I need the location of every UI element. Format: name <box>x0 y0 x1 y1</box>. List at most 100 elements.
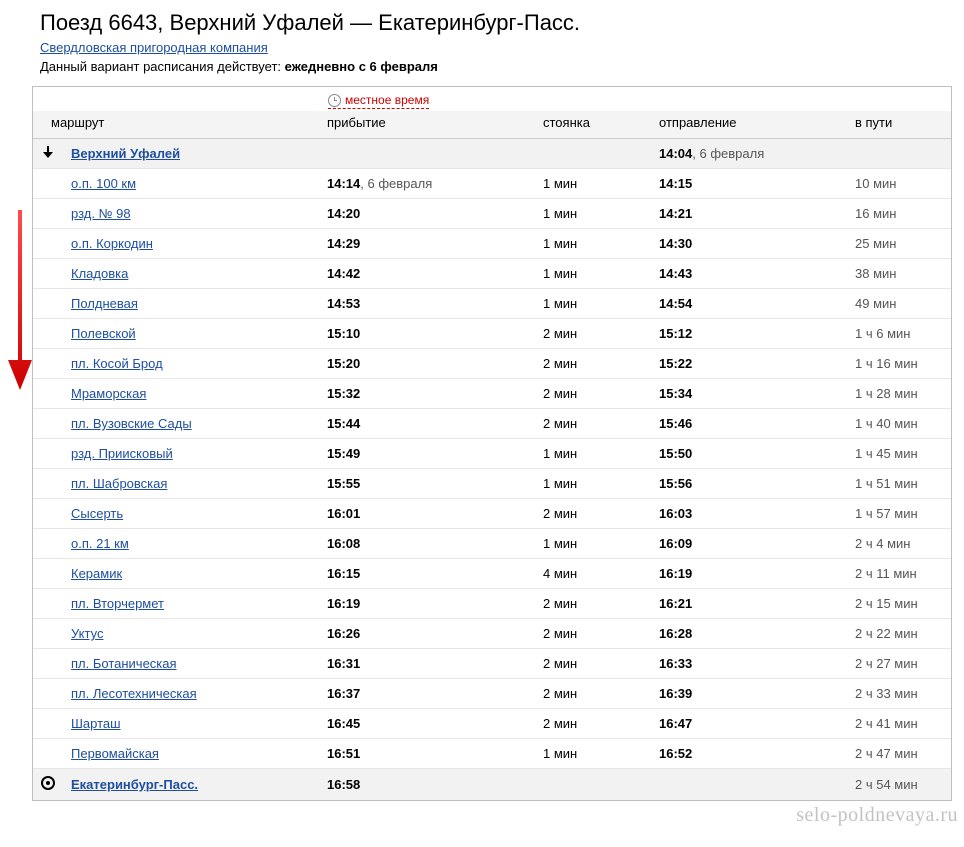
departure-cell: 14:30 <box>651 229 847 259</box>
stop-cell: 1 мин <box>535 199 651 229</box>
station-link[interactable]: пл. Вторчермет <box>71 596 164 611</box>
table-row: Полдневая 14:531 мин14:5449 мин <box>33 289 951 319</box>
table-row: Екатеринбург-Пасс. 16:58 2 ч 54 мин <box>33 769 951 801</box>
col-arrival: прибытие <box>319 111 535 139</box>
duration-cell: 1 ч 16 мин <box>847 349 951 379</box>
col-stop: стоянка <box>535 111 651 139</box>
duration-cell: 1 ч 40 мин <box>847 409 951 439</box>
table-row: пл. Лесотехническая16:372 мин16:392 ч 33… <box>33 679 951 709</box>
station-link[interactable]: Полевской <box>71 326 136 341</box>
arrival-cell: 16:58 <box>319 769 535 801</box>
stop-cell: 2 мин <box>535 409 651 439</box>
station-link[interactable]: пл. Лесотехническая <box>71 686 197 701</box>
station-link[interactable]: Керамик <box>71 566 122 581</box>
arrival-cell: 16:15 <box>319 559 535 589</box>
departure-cell <box>651 769 847 801</box>
col-route: маршрут <box>33 111 319 139</box>
stop-cell: 1 мин <box>535 229 651 259</box>
arrival-cell: 15:32 <box>319 379 535 409</box>
duration-cell: 2 ч 15 мин <box>847 589 951 619</box>
local-time-toggle[interactable]: местное время <box>328 93 429 109</box>
origin-icon <box>43 146 53 158</box>
departure-cell: 14:04, 6 февраля <box>651 139 847 169</box>
stop-cell <box>535 769 651 801</box>
station-link[interactable]: о.п. Коркодин <box>71 236 153 251</box>
table-row: Шарташ16:452 мин16:472 ч 41 мин <box>33 709 951 739</box>
station-link[interactable]: Кладовка <box>71 266 128 281</box>
table-row: Кладовка14:421 мин14:4338 мин <box>33 259 951 289</box>
table-row: Мраморская15:322 мин15:341 ч 28 мин <box>33 379 951 409</box>
station-link[interactable]: Мраморская <box>71 386 146 401</box>
departure-cell: 14:21 <box>651 199 847 229</box>
departure-cell: 16:03 <box>651 499 847 529</box>
station-link[interactable]: пл. Вузовские Сады <box>71 416 192 431</box>
arrival-cell: 14:53 <box>319 289 535 319</box>
departure-cell: 16:19 <box>651 559 847 589</box>
duration-cell: 1 ч 28 мин <box>847 379 951 409</box>
col-departure: отправление <box>651 111 847 139</box>
stop-cell: 2 мин <box>535 619 651 649</box>
stop-cell: 1 мин <box>535 289 651 319</box>
departure-cell: 14:15 <box>651 169 847 199</box>
duration-cell: 1 ч 45 мин <box>847 439 951 469</box>
stop-cell: 1 мин <box>535 259 651 289</box>
station-link[interactable]: Екатеринбург-Пасс. <box>71 777 198 792</box>
arrival-cell: 14:29 <box>319 229 535 259</box>
station-link[interactable]: Сысерть <box>71 506 123 521</box>
table-row: о.п. 100 км14:14, 6 февраля1 мин14:1510 … <box>33 169 951 199</box>
duration-cell <box>847 139 951 169</box>
station-link[interactable]: Полдневая <box>71 296 138 311</box>
page-title: Поезд 6643, Верхний Уфалей — Екатеринбур… <box>40 10 964 36</box>
stop-cell: 1 мин <box>535 529 651 559</box>
station-link[interactable]: Шарташ <box>71 716 121 731</box>
arrival-cell: 16:19 <box>319 589 535 619</box>
departure-cell: 15:56 <box>651 469 847 499</box>
table-row: пл. Ботаническая16:312 мин16:332 ч 27 ми… <box>33 649 951 679</box>
arrival-cell: 16:51 <box>319 739 535 769</box>
station-link[interactable]: о.п. 21 км <box>71 536 129 551</box>
stop-cell: 2 мин <box>535 679 651 709</box>
stop-cell: 2 мин <box>535 589 651 619</box>
company-link[interactable]: Свердловская пригородная компания <box>40 40 268 55</box>
arrival-cell: 14:14, 6 февраля <box>319 169 535 199</box>
station-link[interactable]: рзд. Приисковый <box>71 446 173 461</box>
table-row: Сысерть16:012 мин16:031 ч 57 мин <box>33 499 951 529</box>
duration-cell: 49 мин <box>847 289 951 319</box>
station-link[interactable]: Первомайская <box>71 746 159 761</box>
stop-cell: 2 мин <box>535 709 651 739</box>
table-row: Уктус16:262 мин16:282 ч 22 мин <box>33 619 951 649</box>
stop-cell: 2 мин <box>535 499 651 529</box>
arrival-cell: 15:55 <box>319 469 535 499</box>
duration-cell: 2 ч 33 мин <box>847 679 951 709</box>
station-link[interactable]: о.п. 100 км <box>71 176 136 191</box>
watermark: selo-poldnevaya.ru <box>796 804 958 827</box>
duration-cell: 2 ч 47 мин <box>847 739 951 769</box>
departure-cell: 16:52 <box>651 739 847 769</box>
station-link[interactable]: пл. Шабровская <box>71 476 167 491</box>
arrival-cell: 15:10 <box>319 319 535 349</box>
table-row: Полевской 15:102 мин15:121 ч 6 мин <box>33 319 951 349</box>
table-row: рзд. Приисковый15:491 мин15:501 ч 45 мин <box>33 439 951 469</box>
table-row: о.п. Коркодин14:291 мин14:3025 мин <box>33 229 951 259</box>
departure-cell: 15:50 <box>651 439 847 469</box>
stop-cell: 1 мин <box>535 739 651 769</box>
departure-cell: 16:33 <box>651 649 847 679</box>
schedule-table-container: местное время маршрут прибытие стоянка о… <box>32 86 952 801</box>
schedule-table: маршрут прибытие стоянка отправление в п… <box>33 111 951 800</box>
duration-cell: 1 ч 6 мин <box>847 319 951 349</box>
departure-cell: 15:22 <box>651 349 847 379</box>
station-link[interactable]: пл. Косой Брод <box>71 356 163 371</box>
table-row: Керамик16:154 мин16:192 ч 11 мин <box>33 559 951 589</box>
station-link[interactable]: рзд. № 98 <box>71 206 131 221</box>
arrival-cell: 16:31 <box>319 649 535 679</box>
station-link[interactable]: Верхний Уфалей <box>71 146 180 161</box>
stop-cell: 2 мин <box>535 649 651 679</box>
departure-cell: 15:12 <box>651 319 847 349</box>
station-link[interactable]: пл. Ботаническая <box>71 656 177 671</box>
departure-cell: 14:54 <box>651 289 847 319</box>
station-link[interactable]: Уктус <box>71 626 103 641</box>
departure-cell: 15:46 <box>651 409 847 439</box>
stop-cell: 2 мин <box>535 319 651 349</box>
stop-cell: 2 мин <box>535 349 651 379</box>
duration-cell: 2 ч 54 мин <box>847 769 951 801</box>
